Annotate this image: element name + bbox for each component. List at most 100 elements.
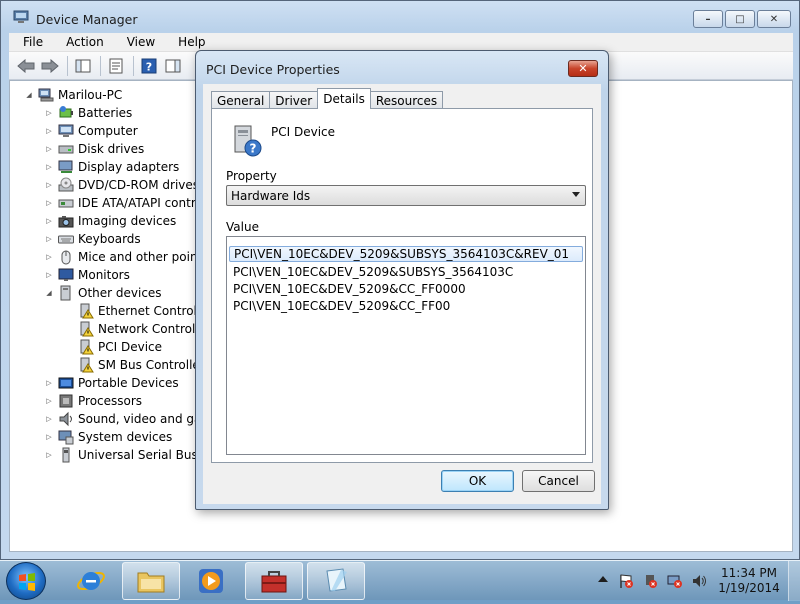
taskbar-internet-explorer[interactable] <box>62 562 120 600</box>
tree-item-system-devices[interactable]: ▷ System devices <box>44 428 172 446</box>
help-button[interactable]: ? <box>138 55 160 77</box>
forward-button[interactable] <box>39 55 61 77</box>
toolbar-separator <box>100 55 101 76</box>
system-devices-icon <box>58 430 74 445</box>
tree-item-dvd-cd-rom-drives[interactable]: ▷ DVD/CD-ROM drives <box>44 176 199 194</box>
title-bar[interactable]: Device Manager – □ ✕ <box>1 1 799 33</box>
tree-item-keyboards[interactable]: ▷ Keyboards <box>44 230 140 248</box>
expand-icon[interactable]: ▷ <box>44 217 54 225</box>
system-clock[interactable]: 11:34 PM 1/19/2014 <box>716 566 782 596</box>
menu-file[interactable]: File <box>9 35 52 49</box>
cancel-button[interactable]: Cancel <box>522 470 595 492</box>
tree-item-sm-bus-controller[interactable]: SM Bus Controller <box>78 356 205 374</box>
tree-item-ethernet-controller[interactable]: Ethernet Controller <box>78 302 213 320</box>
expand-icon[interactable]: ▷ <box>44 397 54 405</box>
list-item[interactable]: PCI\VEN_10EC&DEV_5209&SUBSYS_3564103C <box>229 264 583 280</box>
windows-logo-icon <box>19 573 35 591</box>
mouse-icon <box>61 250 71 265</box>
tab-details[interactable]: Details <box>317 88 371 109</box>
tab-resources[interactable]: Resources <box>369 91 444 109</box>
dialog-body: General Driver Details Resources ? PCI D… <box>203 84 601 504</box>
tree-item-portable-devices[interactable]: ▷ Portable Devices <box>44 374 178 392</box>
network-disconnected-icon[interactable] <box>667 573 683 589</box>
menu-view[interactable]: View <box>113 35 164 49</box>
list-item[interactable]: PCI\VEN_10EC&DEV_5209&SUBSYS_3564103C&RE… <box>229 246 583 262</box>
tab-strip: General Driver Details Resources <box>211 88 444 109</box>
collapse-icon[interactable]: ◢ <box>44 289 54 297</box>
dialog-close-button[interactable]: ✕ <box>568 60 598 77</box>
power-warning-icon[interactable] <box>642 573 658 589</box>
forward-arrow-icon <box>41 58 59 73</box>
tree-item-sound-video[interactable]: ▷ Sound, video and gam <box>44 410 213 428</box>
tree-item-processors[interactable]: ▷ Processors <box>44 392 142 410</box>
tree-item-batteries[interactable]: ▷ Batteries <box>44 104 132 122</box>
ide-controller-icon <box>58 199 74 208</box>
minimize-icon: – <box>705 13 711 25</box>
battery-icon <box>59 106 73 118</box>
tab-general[interactable]: General <box>211 91 271 109</box>
ok-button[interactable]: OK <box>441 470 514 492</box>
properties-button[interactable] <box>105 55 127 77</box>
action-center-flag-icon[interactable] <box>618 573 634 589</box>
value-list[interactable]: PCI\VEN_10EC&DEV_5209&SUBSYS_3564103C&RE… <box>226 236 586 455</box>
expand-icon[interactable]: ▷ <box>44 451 54 459</box>
dvd-drive-icon <box>58 177 74 192</box>
volume-icon[interactable] <box>691 573 707 589</box>
taskbar-notepad[interactable] <box>307 562 365 600</box>
console-tree-icon <box>75 59 91 72</box>
expand-icon[interactable]: ▷ <box>44 379 54 387</box>
expand-icon[interactable]: ▷ <box>44 235 54 243</box>
tree-item-network-controller[interactable]: Network Controller <box>78 320 211 338</box>
menu-help[interactable]: Help <box>164 35 214 49</box>
help-icon: ? <box>141 58 157 73</box>
expand-icon[interactable]: ▷ <box>44 253 54 261</box>
close-button[interactable]: ✕ <box>757 10 791 28</box>
property-dropdown[interactable]: Hardware Ids <box>226 185 586 206</box>
tree-item-mice[interactable]: ▷ Mice and other pointin <box>44 248 213 266</box>
expand-icon[interactable]: ▷ <box>44 433 54 441</box>
tree-root[interactable]: ◢ Marilou-PC <box>24 86 122 104</box>
expand-icon[interactable]: ▷ <box>44 145 54 153</box>
menu-action[interactable]: Action <box>52 35 113 49</box>
tree-item-disk-drives[interactable]: ▷ Disk drives <box>44 140 144 158</box>
maximize-icon: □ <box>735 13 745 25</box>
expand-icon[interactable]: ▷ <box>44 109 54 117</box>
tree-item-computer[interactable]: ▷ Computer <box>44 122 137 140</box>
clock-time: 11:34 PM <box>721 566 777 580</box>
expand-icon[interactable]: ▷ <box>44 271 54 279</box>
expand-icon[interactable]: ▷ <box>44 199 54 207</box>
list-item[interactable]: PCI\VEN_10EC&DEV_5209&CC_FF0000 <box>229 281 583 297</box>
expand-icon[interactable]: ▷ <box>44 163 54 171</box>
expand-icon[interactable]: ▷ <box>44 181 54 189</box>
taskbar-media-player[interactable] <box>182 562 240 600</box>
details-panel: ? PCI Device Property Hardware Ids Value… <box>211 108 593 463</box>
list-item[interactable]: PCI\VEN_10EC&DEV_5209&CC_FF00 <box>229 298 583 314</box>
tree-item-ide-ata-atapi[interactable]: ▷ IDE ATA/ATAPI contro <box>44 194 203 212</box>
back-button[interactable] <box>15 55 37 77</box>
close-icon: ✕ <box>578 62 588 75</box>
maximize-button[interactable]: □ <box>725 10 755 28</box>
show-desktop-button[interactable] <box>788 561 800 601</box>
start-button[interactable] <box>6 562 46 600</box>
collapse-icon[interactable]: ◢ <box>24 91 34 99</box>
minimize-button[interactable]: – <box>693 10 723 28</box>
tree-item-monitors[interactable]: ▷ Monitors <box>44 266 130 284</box>
unknown-device-warning-icon <box>80 303 94 319</box>
processor-icon <box>59 394 73 408</box>
expand-icon[interactable]: ▷ <box>44 127 54 135</box>
tree-item-display-adapters[interactable]: ▷ Display adapters <box>44 158 179 176</box>
property-label: Property <box>226 169 277 183</box>
tree-item-pci-device[interactable]: PCI Device <box>78 338 162 356</box>
show-hidden-icons-button[interactable] <box>598 576 608 582</box>
tree-item-imaging-devices[interactable]: ▷ Imaging devices <box>44 212 176 230</box>
show-hide-console-tree-button[interactable] <box>72 55 94 77</box>
taskbar-windows-explorer[interactable] <box>122 562 180 600</box>
tree-item-usb-controllers[interactable]: ▷ Universal Serial Bus co <box>44 446 216 464</box>
expand-icon[interactable]: ▷ <box>44 415 54 423</box>
tree-item-other-devices[interactable]: ◢ Other devices <box>44 284 162 302</box>
usb-icon <box>62 447 70 463</box>
computer-icon <box>58 124 74 137</box>
taskbar-device-manager[interactable] <box>245 562 303 600</box>
tab-driver[interactable]: Driver <box>269 91 319 109</box>
action-pane-button[interactable] <box>162 55 184 77</box>
